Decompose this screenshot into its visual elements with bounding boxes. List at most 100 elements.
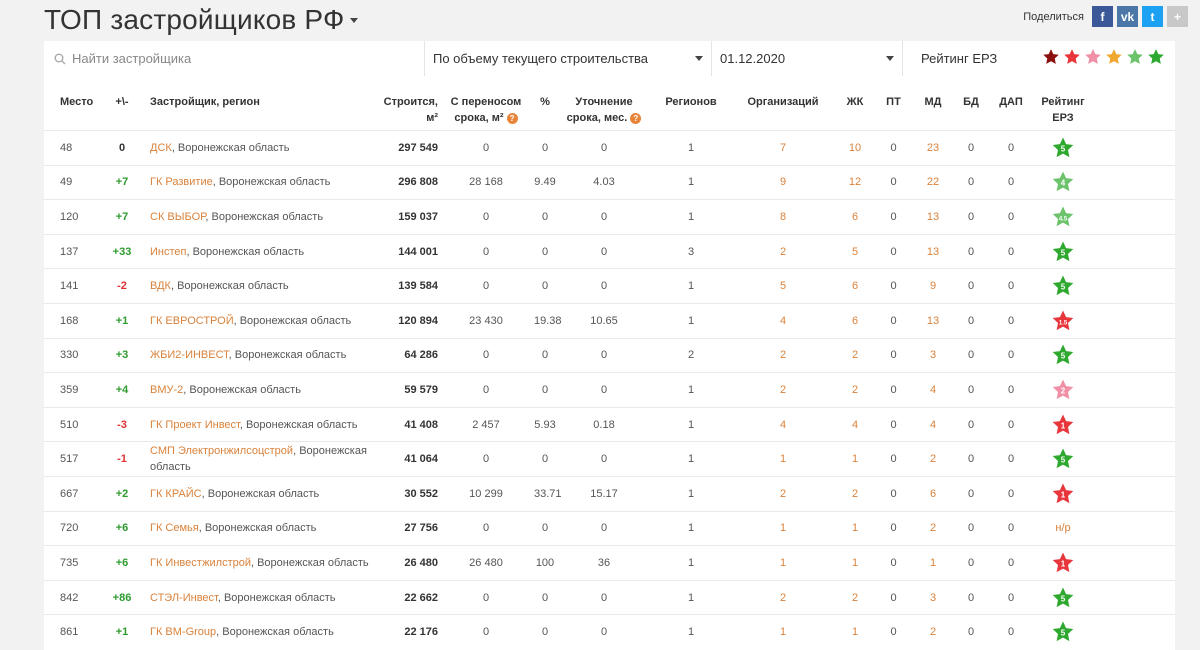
cell-zhk[interactable]: 4 — [836, 406, 874, 442]
sort-select[interactable]: По объему текущего строительства — [425, 41, 711, 76]
cell-orgs[interactable]: 9 — [730, 164, 836, 200]
rating-star-icon[interactable]: 2 — [1033, 372, 1093, 408]
cell-md[interactable]: 2 — [913, 510, 953, 546]
cell-orgs[interactable]: 4 — [730, 406, 836, 442]
col-delta[interactable]: +\- — [102, 76, 142, 131]
rating-star-icon[interactable]: 5 — [1033, 614, 1093, 650]
cell-zhk[interactable]: 12 — [836, 164, 874, 200]
rating-star-icon[interactable]: 5 — [1033, 233, 1093, 269]
cell-orgs[interactable]: 2 — [730, 233, 836, 269]
cell-orgs[interactable]: 2 — [730, 475, 836, 512]
cell-orgs[interactable]: 2 — [730, 372, 836, 408]
rating-star-icon[interactable]: 5 — [1033, 268, 1093, 304]
cell-zhk[interactable]: 6 — [836, 199, 874, 235]
cell-md[interactable]: 2 — [913, 614, 953, 650]
cell-zhk[interactable]: 1 — [836, 510, 874, 546]
col-rating[interactable]: Рейтинг ЕРЗ — [1033, 76, 1093, 131]
col-md[interactable]: МД — [913, 76, 953, 131]
cell-orgs[interactable]: 1 — [730, 545, 836, 581]
cell-md[interactable]: 23 — [913, 130, 953, 166]
cell-zhk[interactable]: 2 — [836, 579, 874, 615]
developer-link[interactable]: ДСК — [150, 142, 172, 154]
date-select[interactable]: 01.12.2020 — [712, 41, 902, 76]
cell-md[interactable]: 4 — [913, 372, 953, 408]
rating-star-icon[interactable]: 1 — [1033, 406, 1093, 442]
rating-star-icon[interactable]: 4.5 — [1033, 199, 1093, 235]
developer-link[interactable]: ГК ЕВРОСТРОЙ — [150, 315, 234, 327]
cell-orgs[interactable]: 2 — [730, 579, 836, 615]
facebook-icon[interactable]: f — [1092, 6, 1113, 27]
col-percent[interactable]: % — [534, 76, 556, 131]
rating-filter-star-3-icon[interactable] — [1084, 48, 1102, 69]
cell-md[interactable]: 4 — [913, 406, 953, 442]
cell-orgs[interactable]: 1 — [730, 614, 836, 650]
cell-zhk[interactable]: 2 — [836, 475, 874, 512]
developer-link[interactable]: ВДК — [150, 280, 171, 292]
col-place[interactable]: Место — [44, 76, 102, 131]
cell-md[interactable]: 9 — [913, 268, 953, 304]
cell-zhk[interactable]: 2 — [836, 372, 874, 408]
search-input[interactable] — [72, 51, 392, 66]
cell-md[interactable]: 6 — [913, 475, 953, 512]
col-developer[interactable]: Застройщик, регион — [142, 76, 374, 131]
col-builds[interactable]: Строится, м² — [374, 76, 438, 131]
chevron-down-icon[interactable] — [350, 17, 359, 23]
col-transfer[interactable]: С переносом срока, м² ? — [438, 76, 534, 131]
col-clarify[interactable]: Уточнение срока, мес. ? — [556, 76, 652, 131]
rating-star-icon[interactable]: 1 — [1033, 545, 1093, 581]
developer-link[interactable]: ГК Инвестжилстрой — [150, 557, 251, 569]
cell-md[interactable]: 1 — [913, 545, 953, 581]
cell-zhk[interactable]: 1 — [836, 545, 874, 581]
cell-zhk[interactable]: 6 — [836, 268, 874, 304]
rating-filter-star-6-icon[interactable] — [1147, 48, 1165, 69]
help-icon[interactable]: ? — [506, 112, 518, 124]
cell-md[interactable]: 22 — [913, 164, 953, 200]
plus-icon[interactable]: + — [1167, 6, 1188, 27]
cell-zhk[interactable]: 6 — [836, 302, 874, 339]
col-regions[interactable]: Регионов — [652, 76, 730, 131]
cell-md[interactable]: 13 — [913, 233, 953, 269]
developer-link[interactable]: ГК Проект Инвест — [150, 419, 240, 431]
col-dap[interactable]: ДАП — [989, 76, 1033, 131]
vk-icon[interactable]: vk — [1117, 6, 1138, 27]
col-bd[interactable]: БД — [953, 76, 989, 131]
cell-zhk[interactable]: 2 — [836, 337, 874, 373]
cell-orgs[interactable]: 1 — [730, 510, 836, 546]
search-box[interactable] — [44, 41, 424, 76]
col-zhk[interactable]: ЖК — [836, 76, 874, 131]
rating-star-icon[interactable]: 1 — [1033, 475, 1093, 512]
help-icon[interactable]: ? — [630, 112, 642, 124]
cell-orgs[interactable]: 5 — [730, 268, 836, 304]
rating-star-icon[interactable]: 4 — [1033, 164, 1093, 200]
developer-link[interactable]: ГК Семья — [150, 522, 199, 534]
twitter-icon[interactable]: t — [1142, 6, 1163, 27]
rating-star-icon[interactable]: 5 — [1033, 337, 1093, 373]
developer-link[interactable]: ЖБИ2-ИНВЕСТ — [150, 349, 229, 361]
cell-md[interactable]: 13 — [913, 302, 953, 339]
col-orgs[interactable]: Организаций — [730, 76, 836, 131]
page-title-block[interactable]: ТОП застройщиков РФ — [44, 2, 359, 38]
cell-md[interactable]: 3 — [913, 579, 953, 615]
developer-link[interactable]: Инстеп — [150, 246, 186, 258]
rating-filter-star-2-icon[interactable] — [1063, 48, 1081, 69]
developer-link[interactable]: ВМУ-2 — [150, 384, 183, 396]
cell-zhk[interactable]: 10 — [836, 130, 874, 166]
cell-orgs[interactable]: 7 — [730, 130, 836, 166]
rating-filter-star-1-icon[interactable] — [1042, 48, 1060, 69]
rating-filter-star-4-icon[interactable] — [1105, 48, 1123, 69]
rating-star-icon[interactable]: 1.5 — [1033, 302, 1093, 339]
cell-orgs[interactable]: 4 — [730, 302, 836, 339]
rating-star-icon[interactable]: 5 — [1033, 130, 1093, 166]
rating-star-icon[interactable]: 5 — [1033, 579, 1093, 615]
developer-link[interactable]: СМП Электронжилсоцстрой — [150, 445, 293, 457]
cell-md[interactable]: 13 — [913, 199, 953, 235]
rating-star-icon[interactable]: 5 — [1033, 441, 1093, 477]
developer-link[interactable]: СК ВЫБОР — [150, 211, 205, 223]
developer-link[interactable]: ГК Развитие — [150, 176, 213, 188]
cell-zhk[interactable]: 5 — [836, 233, 874, 269]
cell-zhk[interactable]: 1 — [836, 614, 874, 650]
developer-link[interactable]: ГК КРАЙС — [150, 488, 202, 500]
cell-orgs[interactable]: 2 — [730, 337, 836, 373]
cell-zhk[interactable]: 1 — [836, 441, 874, 477]
cell-md[interactable]: 3 — [913, 337, 953, 373]
